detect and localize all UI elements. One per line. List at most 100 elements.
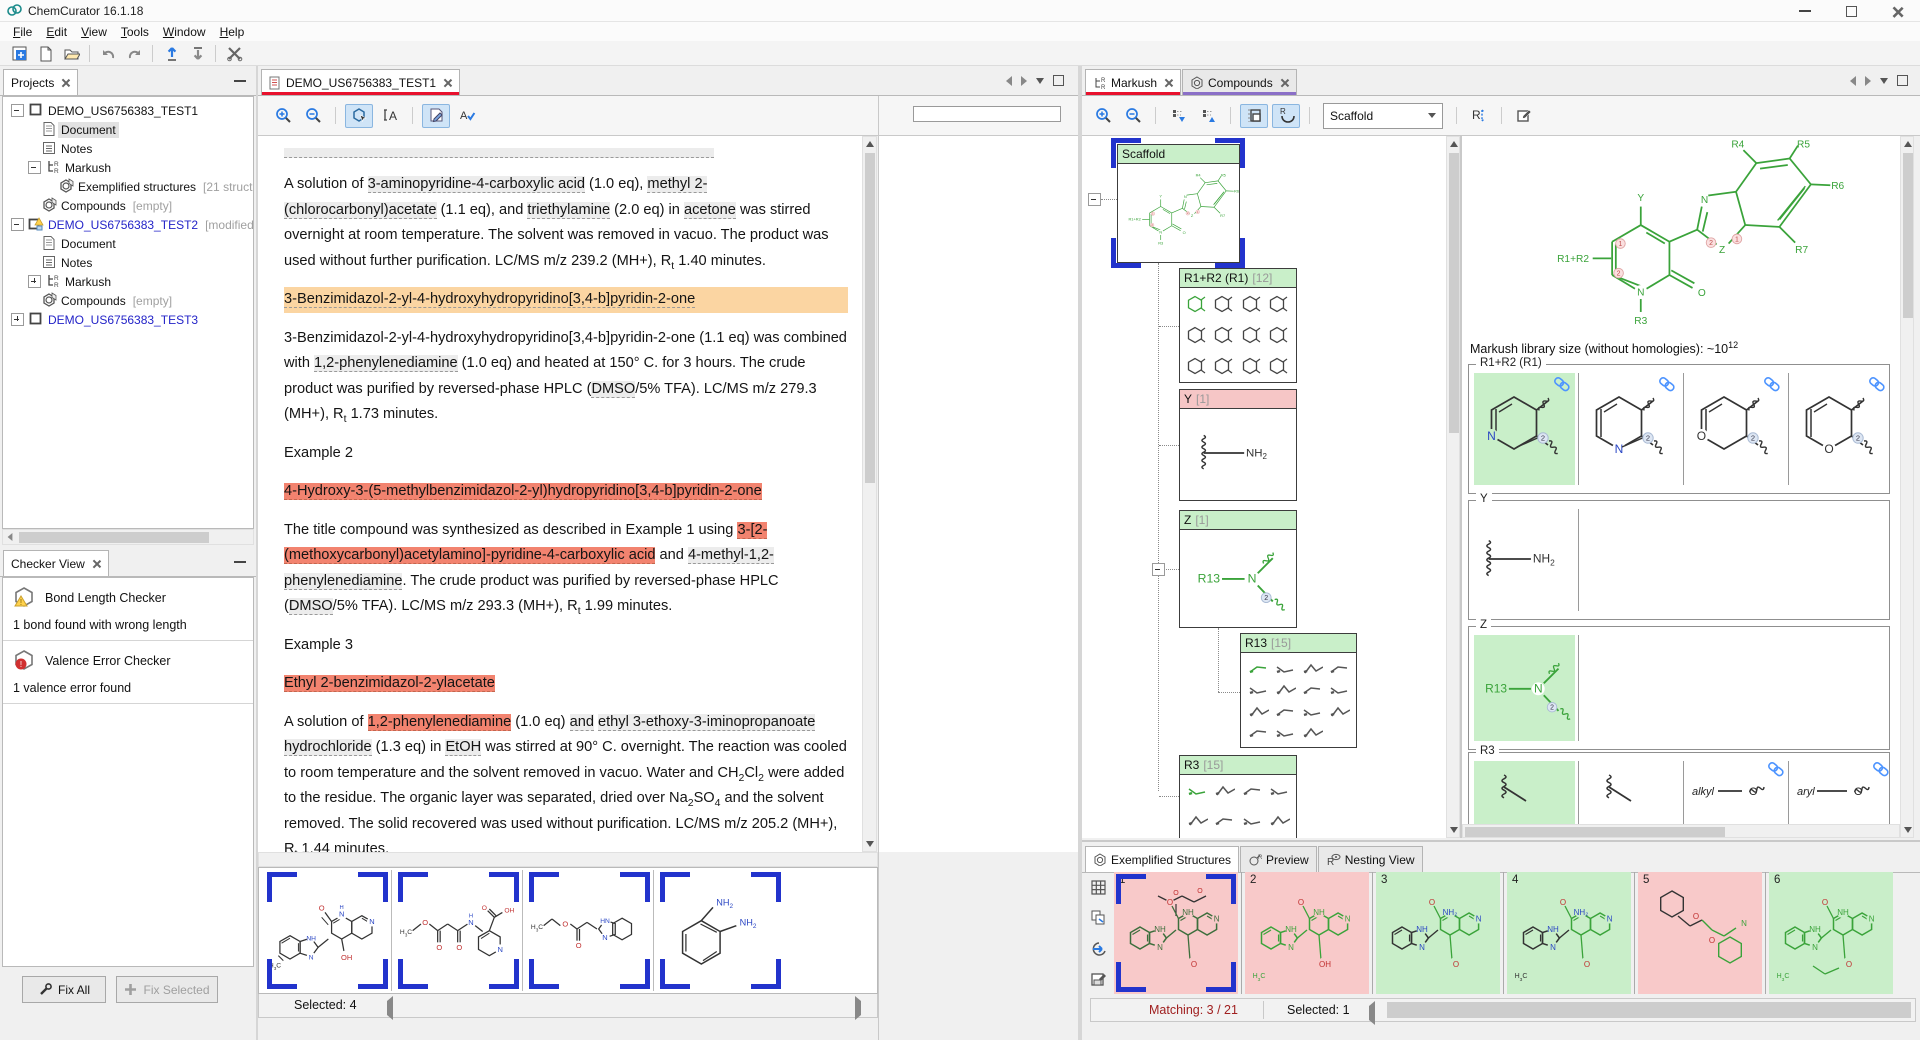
rgroup-option[interactable] — [1579, 761, 1680, 825]
expand-icon[interactable] — [11, 313, 24, 326]
exemplified-structure-cell[interactable]: 6NHNONHNOH3C — [1769, 872, 1893, 994]
open-button[interactable] — [58, 42, 84, 64]
markush-node-r3[interactable]: R3[15] — [1179, 755, 1297, 838]
menu-window[interactable]: Window — [156, 24, 213, 40]
rgroup-view-button[interactable]: R — [1272, 104, 1300, 128]
collapse-icon[interactable] — [11, 218, 24, 231]
menu-edit[interactable]: Edit — [39, 24, 74, 40]
tab-document[interactable]: DEMO_US6756383_TEST1 — [261, 69, 460, 95]
minimize-panel-icon[interactable] — [234, 561, 246, 563]
collapse-icon[interactable] — [1152, 563, 1165, 576]
spellcheck-button[interactable]: A — [454, 105, 480, 127]
markush-structure-drawing[interactable]: YR1+R212NR3ONZ21R4R5R6R7 — [1492, 140, 1882, 339]
zoom-out-button[interactable] — [300, 105, 326, 127]
layout-toggle-button[interactable] — [1240, 104, 1268, 128]
entity-highlight[interactable]: 1,2-phenylenediamine — [314, 355, 458, 372]
menu-help[interactable]: Help — [213, 24, 252, 40]
scroll-down-icon[interactable] — [1450, 827, 1458, 833]
scroll-up-icon[interactable] — [866, 141, 874, 147]
projects-hscrollbar[interactable] — [2, 529, 254, 545]
strip-scroll-left-icon[interactable] — [387, 1001, 393, 1015]
markush-node-y[interactable]: Y[1] NH2 — [1179, 389, 1297, 501]
entity-highlight-matched[interactable]: 4-Hydroxy-3-(5-methylbenzimidazol-2-yl)h… — [284, 483, 762, 500]
tab-markush[interactable]: RR Markush — [1085, 69, 1181, 95]
structure-select-button[interactable] — [345, 104, 373, 128]
exemplified-structure-cell[interactable]: 2NHNONHNOHH3C — [1245, 872, 1369, 994]
grid-scroll-left-icon[interactable] — [1369, 1006, 1375, 1020]
collapse-all-button[interactable] — [1195, 105, 1221, 127]
zoom-in-button[interactable] — [1090, 105, 1116, 127]
close-tab-icon[interactable] — [92, 559, 101, 568]
tree-item-document[interactable]: Document — [5, 234, 253, 253]
entity-highlight[interactable]: 3-Benzimidazol-2-yl-4-hydroxyhydropyridi… — [284, 291, 695, 308]
maximize-view-icon[interactable] — [1053, 75, 1064, 86]
zoom-out-button[interactable] — [1120, 105, 1146, 127]
exemplified-structure-cell[interactable]: 3NHNONH₂NO — [1376, 872, 1500, 994]
exemplified-structure-cell[interactable]: 5OON — [1638, 872, 1762, 994]
close-window-button[interactable] — [1874, 0, 1920, 22]
edit-markush-button[interactable] — [1511, 105, 1537, 127]
markush-node-r13[interactable]: R13[15] — [1240, 633, 1357, 748]
nav-forward-icon[interactable] — [1021, 76, 1027, 86]
rgroup-option[interactable]: NH2 — [1474, 509, 1575, 611]
expand-all-button[interactable] — [1165, 105, 1191, 127]
save-structures-button[interactable] — [1085, 968, 1111, 990]
tree-item-demo-us6756383-test3[interactable]: DEMO_US6756383_TEST3 — [5, 310, 253, 329]
menu-view[interactable]: View — [74, 24, 114, 40]
collapse-icon[interactable] — [28, 161, 41, 174]
redo-button[interactable] — [121, 42, 147, 64]
checker-item-warning[interactable]: ! Bond Length Checker 1 bond found with … — [3, 578, 253, 641]
document-vscrollbar[interactable] — [862, 136, 877, 852]
entity-highlight[interactable]: DMSO — [289, 598, 333, 615]
minimize-window-button[interactable] — [1782, 0, 1828, 22]
tree-item-document[interactable]: Document — [5, 120, 253, 139]
menu-tools[interactable]: Tools — [114, 24, 156, 40]
tab-nesting-view[interactable]: R Nesting View — [1318, 846, 1423, 872]
markush-tree-vscrollbar[interactable] — [1446, 136, 1460, 838]
rgroup-option[interactable] — [1474, 761, 1575, 825]
view-mode-select[interactable]: Scaffold — [1323, 103, 1443, 129]
entity-highlight-matched[interactable]: Ethyl 2-benzimidazol-2-ylacetate — [284, 675, 495, 692]
exemplified-structure-cell[interactable]: 1NHNOOONHNO — [1114, 872, 1238, 994]
tab-exemplified-structures[interactable]: Exemplified Structures — [1085, 846, 1239, 872]
markush-node-z[interactable]: Z[1] R13N2 — [1179, 510, 1297, 628]
document-view[interactable]: A solution of 3-aminopyridine-4-carboxyl… — [258, 136, 862, 852]
tree-item-demo-us6756383-test1[interactable]: DEMO_US6756383_TEST1 — [5, 101, 253, 120]
markush-details-vscrollbar[interactable] — [1900, 136, 1914, 838]
nav-back-icon[interactable] — [1850, 76, 1856, 86]
entity-highlight-matched[interactable]: 1,2-phenylenediamine — [368, 714, 512, 731]
editor-filter-input[interactable] — [913, 106, 1061, 122]
selected-structure-thumbnail[interactable]: H3COOOHNNOOH — [396, 870, 521, 991]
tree-item-compounds[interactable]: Compounds[empty] — [5, 196, 253, 215]
tab-list-icon[interactable] — [1880, 78, 1888, 84]
undo-button[interactable] — [95, 42, 121, 64]
document-hscrollbar[interactable] — [258, 852, 878, 867]
scroll-left-icon[interactable] — [3, 530, 17, 544]
check-out-button[interactable] — [184, 42, 210, 64]
nav-forward-icon[interactable] — [1865, 76, 1871, 86]
tab-list-icon[interactable] — [1036, 78, 1044, 84]
exemplified-structure-cell[interactable]: 4NHNONH₂NOH3C — [1507, 872, 1631, 994]
entity-highlight[interactable]: triethylamine — [527, 202, 610, 219]
maximize-view-icon[interactable] — [1897, 75, 1908, 86]
expand-icon[interactable] — [28, 275, 41, 288]
strip-scroll-right-icon[interactable] — [855, 1001, 861, 1015]
tree-item-markush[interactable]: RRMarkush — [5, 272, 253, 291]
close-tab-icon[interactable] — [61, 78, 70, 87]
entity-highlight[interactable]: ethyl 3-ethoxy-3-iminopropanoate hydroch… — [284, 714, 815, 757]
tree-item-demo-us6756383-test2[interactable]: DEMO_US6756383_TEST2[modified] — [5, 215, 253, 234]
menu-file[interactable]: File — [6, 24, 39, 40]
annotate-button[interactable] — [422, 104, 450, 128]
rgroup-option[interactable]: R13N2 — [1474, 635, 1575, 741]
rgroup-option[interactable]: O2 — [1789, 373, 1890, 485]
entity-highlight[interactable]: 3-aminopyridine-4-carboxylic acid — [368, 176, 585, 193]
tree-item-notes[interactable]: Notes — [5, 139, 253, 158]
zoom-in-button[interactable] — [270, 105, 296, 127]
tree-item-notes[interactable]: Notes — [5, 253, 253, 272]
new-document-button[interactable] — [32, 42, 58, 64]
text-select-button[interactable]: A — [377, 105, 403, 127]
maximize-window-button[interactable] — [1828, 0, 1874, 22]
rgroup-option[interactable]: arylO — [1789, 761, 1890, 825]
entity-highlight[interactable]: EtOH — [445, 739, 481, 756]
checker-item-error[interactable]: ! Valence Error Checker 1 valence error … — [3, 641, 253, 704]
